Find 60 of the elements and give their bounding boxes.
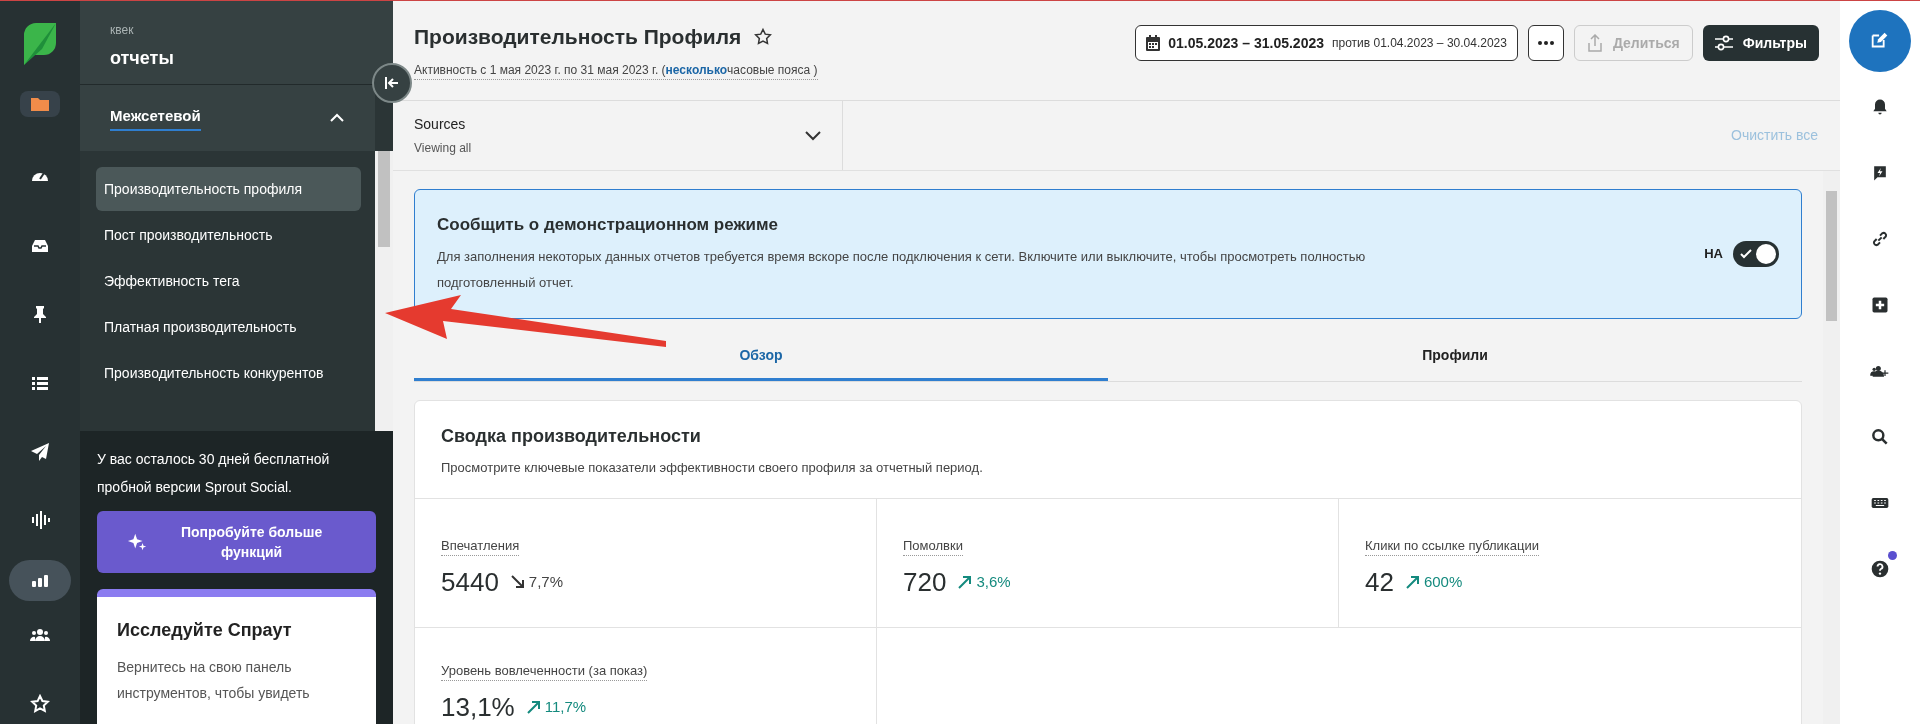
metric-value: 42	[1365, 565, 1394, 599]
plus-square-icon	[1870, 295, 1890, 315]
leaf-logo[interactable]	[24, 23, 56, 65]
metric-change: 11,7%	[544, 696, 587, 717]
chevron-up-icon[interactable]	[329, 113, 345, 123]
nav-item[interactable]: Эффективность тега	[96, 259, 361, 303]
sources-dropdown[interactable]: Sources Viewing all	[393, 101, 843, 170]
search-icon	[1870, 427, 1890, 447]
card-title: Исследуйте Спраут	[117, 619, 293, 642]
toggle-label: НА	[1704, 245, 1723, 264]
gauge-icon	[30, 173, 50, 182]
metric-label: Впечатления	[441, 535, 520, 556]
chevron-down-icon	[805, 130, 821, 141]
section-header[interactable]: Межсетевой	[110, 104, 201, 132]
date-subtitle: Активность с 1 мая 2023 г. по 31 мая 2023 г. (несколькочасовые пояса )	[414, 60, 818, 80]
metric-label: Помолвки	[903, 535, 963, 556]
metric-label: Клики по ссылке публикации	[1365, 535, 1540, 556]
metric-change: 600%	[1423, 571, 1463, 592]
help-icon	[1870, 559, 1890, 579]
collapse-icon	[385, 77, 399, 89]
send-icon	[30, 441, 50, 462]
share-icon	[1586, 34, 1603, 52]
trial-message: У вас осталось 30 дней бесплатной пробной версии Sprout Social.	[97, 450, 331, 497]
tab[interactable]: Профили	[1108, 333, 1802, 381]
metric-value: 720	[903, 565, 947, 599]
card-text: Вернитесь на свою панель инструментов, чтобы увидеть	[117, 658, 311, 703]
check-icon	[1740, 249, 1752, 259]
calendar-icon	[1146, 35, 1161, 51]
card-subtitle: Просмотрите ключевые показатели эффективности своего профиля за отчетный период.	[441, 459, 984, 477]
rail-button[interactable]	[20, 91, 60, 118]
time-zones-link[interactable]: несколько	[665, 62, 728, 77]
filters-button[interactable]: Фильтры	[1702, 25, 1819, 61]
nav-item[interactable]: Пост производительность	[96, 213, 361, 257]
waveform-icon	[30, 510, 50, 531]
scrollbar[interactable]	[375, 151, 393, 431]
nav-item[interactable]: Производительность конкурентов	[96, 351, 361, 395]
collapse-sidebar-button[interactable]	[372, 63, 412, 103]
page-title: Производительность Профиля	[414, 24, 742, 50]
metric-change: 3,6%	[976, 571, 1011, 592]
org-name: квек	[110, 22, 135, 39]
metric-change: 7,7%	[528, 571, 564, 592]
star-icon[interactable]	[753, 26, 774, 47]
ellipsis-icon	[1537, 41, 1554, 45]
try-features-button[interactable]: Попробуйте больше функций	[97, 511, 376, 573]
banner-title: Сообщить о демонстрационном режиме	[437, 214, 780, 237]
metric-value: 13,1%	[441, 690, 515, 724]
date-range-picker[interactable]: 01.05.2023 – 31.05.2023 против 01.04.2023 – 30.04.2023	[1135, 25, 1518, 61]
sidebar-title: отчеты	[110, 47, 175, 70]
star-icon	[30, 693, 50, 714]
sliders-icon	[1714, 35, 1733, 51]
nav-item[interactable]: Производительность профиля	[96, 167, 361, 211]
nav-item[interactable]: Платная производительность	[96, 305, 361, 349]
link-icon	[1870, 229, 1890, 249]
card-title: Сводка производительности	[441, 425, 702, 448]
rail-button[interactable]	[9, 560, 71, 601]
demo-mode-toggle[interactable]	[1733, 241, 1779, 267]
metric-label: Уровень вовлеченности (за показ)	[441, 660, 648, 681]
metric-value: 5440	[441, 565, 499, 599]
more-options-button[interactable]	[1527, 25, 1564, 61]
banner-text: Для заполнения некоторых данных отчетов требуется время вскоре после подключения к сети. Включите или выключите, чтобы просмотреть полностью подготовленный отчет.	[437, 247, 1367, 292]
